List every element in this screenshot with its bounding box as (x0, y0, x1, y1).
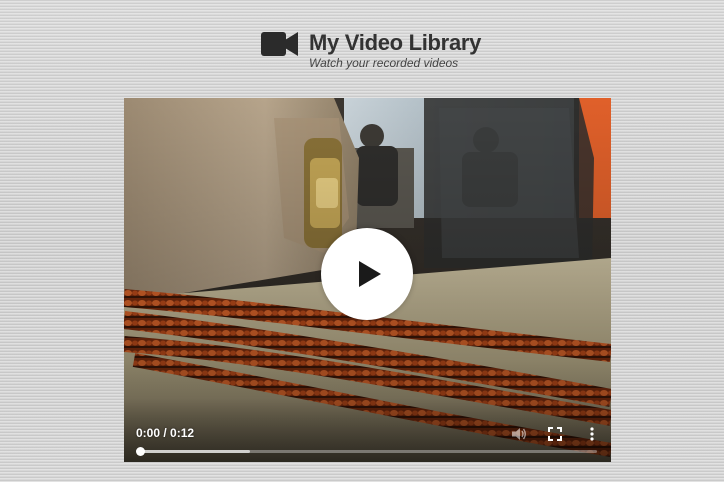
play-icon (358, 261, 381, 287)
progress-thumb[interactable] (136, 447, 145, 456)
options-menu-button[interactable] (584, 426, 600, 442)
buffered-range (140, 450, 250, 453)
video-camera-icon (261, 32, 298, 56)
volume-icon (512, 428, 526, 440)
progress-bar[interactable] (136, 447, 597, 456)
fullscreen-button[interactable] (547, 426, 563, 442)
fullscreen-icon (548, 427, 562, 441)
page-title: My Video Library (309, 30, 482, 55)
more-vertical-icon (590, 427, 594, 441)
page-subtitle: Watch your recorded videos (309, 56, 459, 70)
title-block: My Video Library Watch your recorded vid… (309, 26, 481, 70)
video-player[interactable]: 0:00 / 0:12 (124, 98, 611, 462)
play-button[interactable] (321, 228, 413, 320)
page-header: My Video Library Watch your recorded vid… (261, 26, 481, 76)
time-display: 0:00 / 0:12 (136, 426, 195, 440)
mute-button[interactable] (511, 426, 527, 442)
